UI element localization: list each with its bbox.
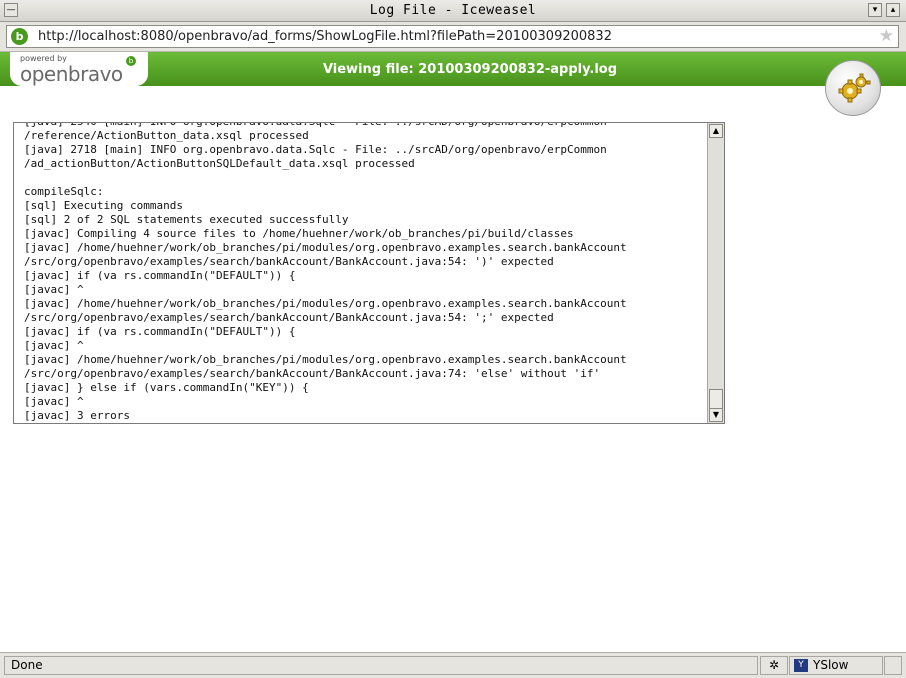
yslow-label: YSlow	[813, 658, 849, 672]
log-line: [javac] 3 errors	[24, 409, 130, 422]
bookmark-star-icon[interactable]: ★	[879, 26, 894, 46]
maximize-button[interactable]: ▴	[886, 3, 900, 17]
log-line: /src/org/openbravo/examples/search/bankA…	[24, 311, 554, 324]
log-line: [javac] ^	[24, 339, 84, 352]
viewing-file-title: Viewing file: 20100309200832-apply.log	[322, 62, 618, 77]
log-line: [java] 2718 [main] INFO org.openbravo.da…	[24, 143, 607, 156]
openbravo-logo: powered by openbravo b	[10, 52, 148, 86]
log-scrollbar[interactable]: ▲ ▼	[707, 123, 724, 423]
log-line: /reference/ActionButton_data.xsql proces…	[24, 129, 309, 142]
log-line: [java] 2540 [main] INFO org.openbravo.da…	[24, 123, 704, 129]
minimize-button[interactable]: ▾	[868, 3, 882, 17]
window-title: Log File - Iceweasel	[369, 3, 537, 18]
status-bar: Done ✲ Y YSlow	[0, 652, 906, 678]
window-titlebar: — Log File - Iceweasel ▾ ▴	[0, 0, 906, 22]
log-line: /src/org/openbravo/examples/search/bankA…	[24, 255, 554, 268]
yslow-icon: Y	[794, 659, 808, 672]
scroll-thumb[interactable]	[709, 389, 723, 409]
log-line: [sql] 2 of 2 SQL statements executed suc…	[24, 213, 349, 226]
logo-mark-icon: b	[126, 56, 136, 66]
log-line: [javac] if (va rs.commandIn("DEFAULT")) …	[24, 269, 296, 282]
log-line: /src/org/openbravo/examples/search/bankA…	[24, 367, 601, 380]
log-line: [javac] /home/huehner/work/ob_branches/p…	[24, 297, 627, 310]
yslow-button[interactable]: Y YSlow	[789, 656, 883, 675]
log-output-panel[interactable]: [java] 2540 [main] INFO org.openbravo.da…	[13, 122, 725, 424]
log-line: [javac] /home/huehner/work/ob_branches/p…	[24, 353, 627, 366]
scroll-down-button[interactable]: ▼	[709, 408, 723, 422]
log-line: [javac] ^	[24, 395, 84, 408]
url-text[interactable]: http://localhost:8080/openbravo/ad_forms…	[38, 29, 612, 44]
log-line: [javac] Compiling 4 source files to /hom…	[24, 227, 574, 240]
gear-icon	[838, 73, 871, 103]
log-line: [sql] Executing commands	[24, 199, 183, 212]
log-line: compileSqlc:	[24, 185, 104, 198]
log-text: [java] 2540 [main] INFO org.openbravo.da…	[24, 123, 704, 423]
log-line: /ad_actionButton/ActionButtonSQLDefault_…	[24, 157, 415, 170]
url-toolbar: b http://localhost:8080/openbravo/ad_for…	[0, 22, 906, 52]
log-line: [javac] if (va rs.commandIn("DEFAULT")) …	[24, 325, 296, 338]
scroll-up-button[interactable]: ▲	[709, 124, 723, 138]
site-identity-icon[interactable]: b	[11, 28, 28, 45]
log-line: [javac] /home/huehner/work/ob_branches/p…	[24, 241, 627, 254]
log-line: [javac] ^	[24, 283, 84, 296]
log-line: [javac] } else if (vars.commandIn("KEY")…	[24, 381, 309, 394]
bug-icon[interactable]: ✲	[760, 656, 788, 675]
status-text: Done	[4, 656, 758, 675]
resize-grip[interactable]	[884, 656, 902, 675]
url-field[interactable]: b http://localhost:8080/openbravo/ad_for…	[6, 25, 899, 48]
process-gear-button[interactable]	[825, 60, 881, 116]
logo-brand-text: openbravo	[20, 62, 123, 86]
